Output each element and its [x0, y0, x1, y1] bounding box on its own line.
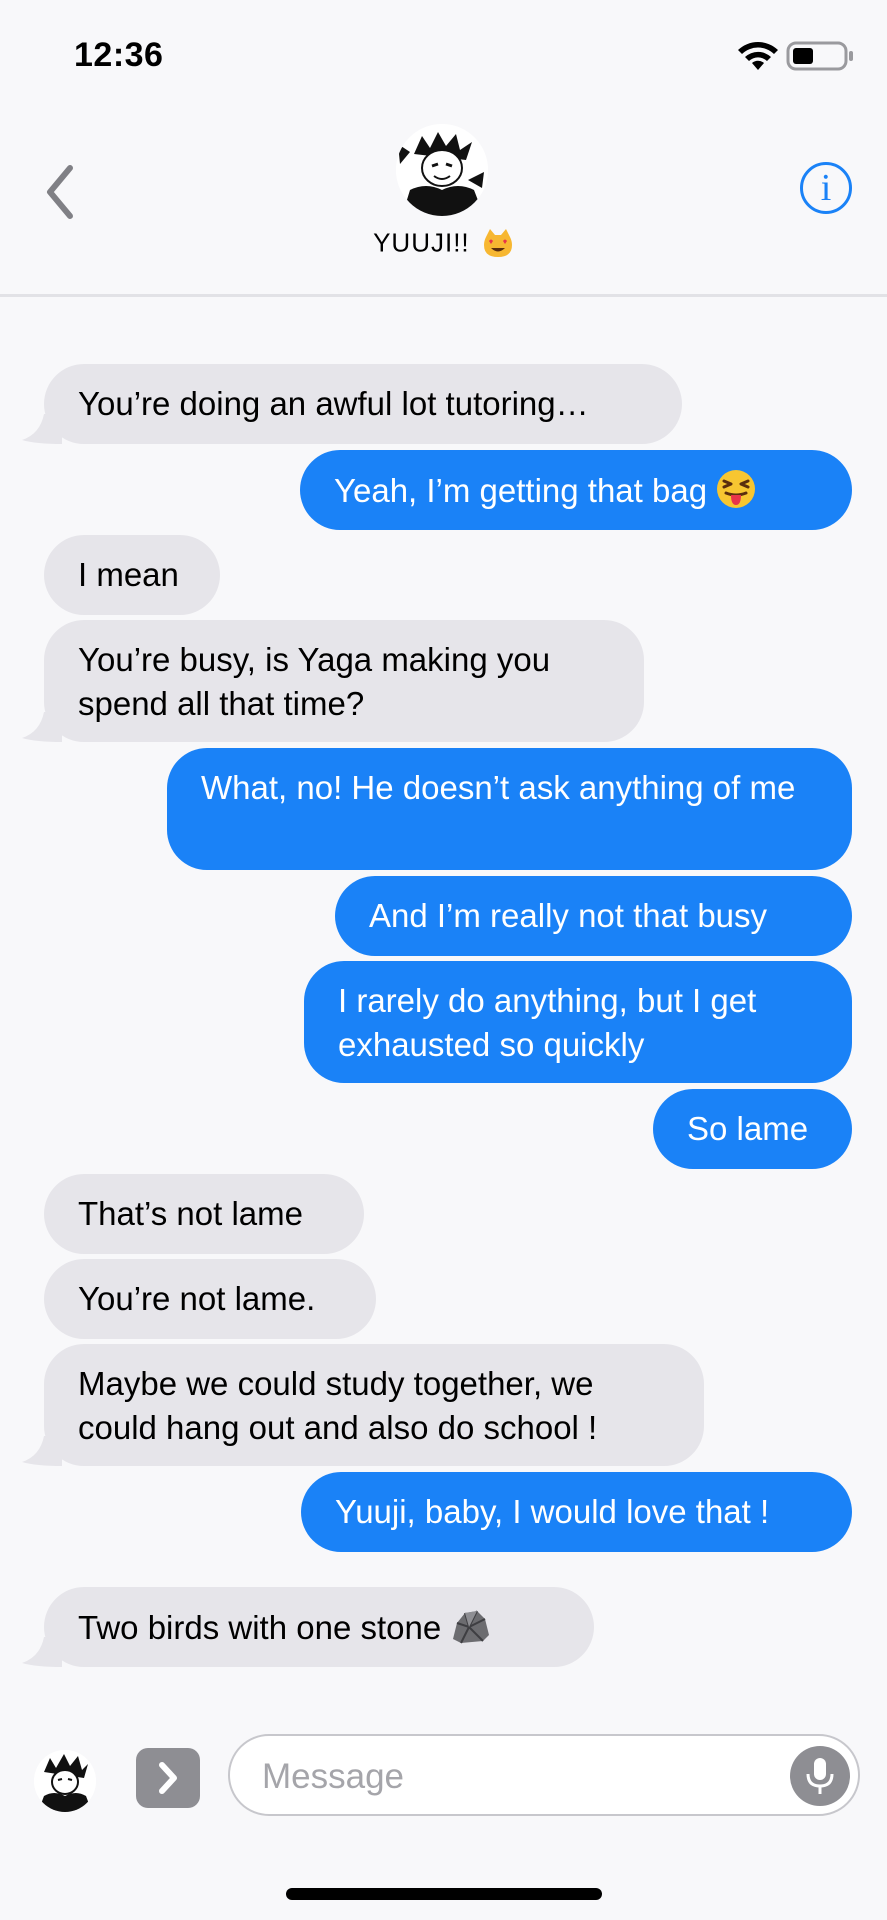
outgoing-message[interactable]: Yuuji, baby, I would love that ! — [301, 1472, 852, 1552]
message-text: That’s not lame — [78, 1195, 304, 1232]
outgoing-message[interactable]: What, no! He doesn’t ask anything of me — [167, 748, 852, 870]
wifi-icon — [738, 42, 778, 70]
back-chevron-icon[interactable] — [38, 160, 82, 224]
chevron-right-icon — [159, 1762, 177, 1794]
incoming-message[interactable]: That’s not lame — [44, 1174, 364, 1254]
home-indicator[interactable] — [286, 1888, 602, 1900]
incoming-bubble-tail — [22, 712, 62, 742]
outgoing-message[interactable]: I rarely do anything, but I get exhauste… — [304, 961, 852, 1083]
squinting-tongue-face-emoji-icon — [717, 470, 756, 508]
message-text: You’re doing an awful lot tutoring… — [78, 385, 589, 422]
incoming-bubble-tail — [22, 1436, 62, 1466]
microphone-icon — [806, 1758, 834, 1794]
incoming-message[interactable]: You’re not lame. — [44, 1259, 376, 1339]
outgoing-message[interactable]: And I’m really not that busy — [335, 876, 852, 956]
contact-avatar[interactable] — [396, 124, 488, 216]
incoming-message[interactable]: You’re doing an awful lot tutoring… — [44, 364, 682, 444]
contact-name: YUUJI!! — [373, 227, 470, 258]
heart-eyes-cat-emoji-icon — [483, 229, 512, 258]
message-text: I mean — [78, 556, 179, 593]
contact-avatar-image — [396, 124, 488, 216]
conversation-header: YUUJI!! i — [0, 110, 887, 297]
dictation-button[interactable] — [790, 1746, 850, 1806]
memoji-avatar-button[interactable] — [34, 1750, 96, 1812]
message-text: Maybe we could study together, we could … — [78, 1365, 598, 1446]
incoming-bubble-tail — [22, 1637, 62, 1667]
rock-emoji-icon — [453, 1610, 490, 1644]
user-avatar-image — [34, 1750, 96, 1812]
message-text: Yeah, I’m getting that bag — [334, 472, 708, 509]
incoming-message[interactable]: I mean — [44, 535, 220, 615]
message-field[interactable] — [228, 1734, 860, 1816]
info-button[interactable]: i — [800, 162, 852, 214]
battery-icon — [786, 41, 853, 71]
message-text: I rarely do anything, but I get exhauste… — [338, 982, 757, 1063]
message-text: Yuuji, baby, I would love that ! — [335, 1493, 770, 1530]
message-text: You’re busy, is Yaga making you spend al… — [78, 641, 551, 722]
message-input[interactable] — [260, 1750, 764, 1804]
message-text: What, no! He doesn’t ask anything of me — [201, 769, 796, 806]
incoming-message[interactable]: You’re busy, is Yaga making you spend al… — [44, 620, 644, 742]
incoming-bubble-tail — [22, 414, 62, 444]
message-text: You’re not lame. — [78, 1280, 316, 1317]
message-text: So lame — [687, 1110, 809, 1147]
incoming-message[interactable]: Two birds with one stone — [44, 1587, 594, 1667]
contact-name-row[interactable]: YUUJI!! — [0, 226, 887, 259]
message-text: And I’m really not that busy — [369, 897, 768, 934]
expand-apps-button[interactable] — [136, 1748, 200, 1808]
incoming-message[interactable]: Maybe we could study together, we could … — [44, 1344, 704, 1466]
status-time: 12:36 — [74, 36, 164, 74]
outgoing-message[interactable]: Yeah, I’m getting that bag — [300, 450, 852, 530]
outgoing-message[interactable]: So lame — [653, 1089, 852, 1169]
message-text: Two birds with one stone — [78, 1609, 442, 1646]
status-bar: 12:36 — [0, 0, 887, 110]
